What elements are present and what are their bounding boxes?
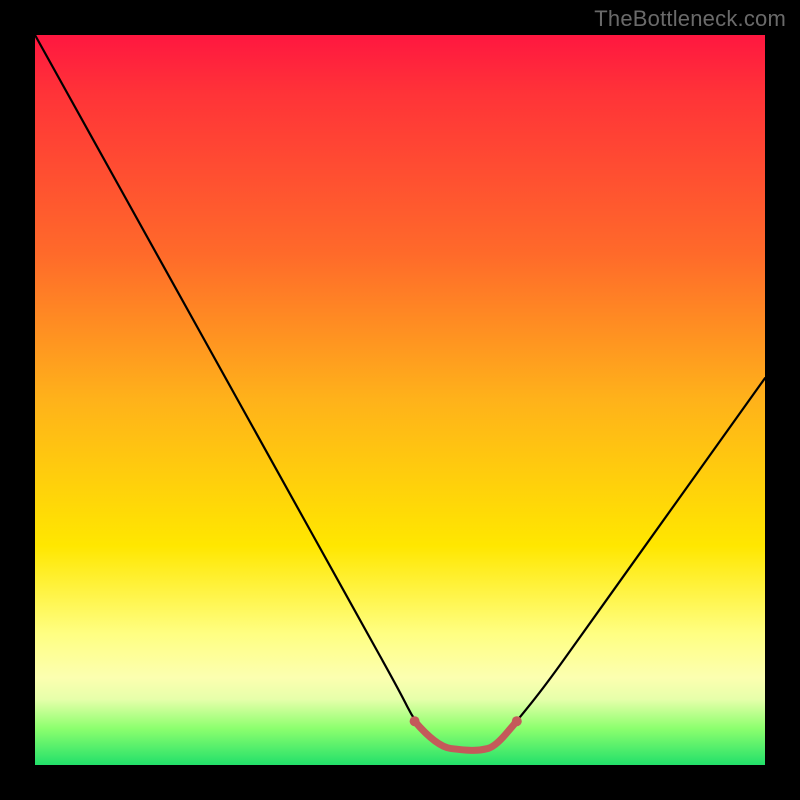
chart-frame: TheBottleneck.com [0,0,800,800]
curve-svg [35,35,765,765]
trough-highlight-dot-left [410,716,420,726]
trough-highlight-dot-right [512,716,522,726]
plot-area [35,35,765,765]
bottleneck-curve-line [35,35,765,750]
watermark-text: TheBottleneck.com [594,6,786,32]
trough-highlight-line [415,721,517,750]
